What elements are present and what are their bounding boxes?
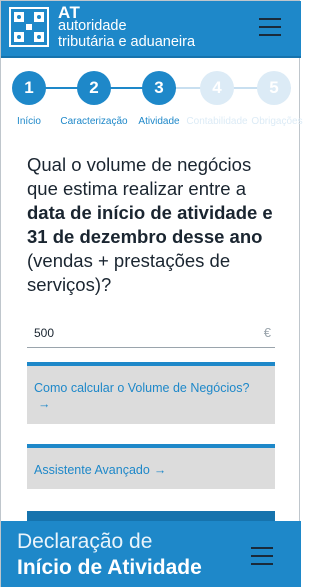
hamburger-menu-icon[interactable] [251, 547, 273, 565]
step-3-label[interactable]: Atividade [138, 116, 179, 127]
step-4-label: Contabilidade [186, 116, 248, 127]
advanced-assistant-label: Assistente Avançado [34, 463, 150, 477]
step-3-circle[interactable]: 3 [142, 71, 176, 105]
step-1-circle[interactable]: 1 [12, 71, 46, 105]
step-2-circle[interactable]: 2 [77, 71, 111, 105]
footer-title-line-1: Declaração de [17, 530, 153, 553]
brand-line-2: tributária e aduaneira [58, 34, 196, 50]
next-section-edge [27, 511, 275, 521]
advanced-assistant-link[interactable]: Assistente Avançado → [27, 448, 275, 478]
question-part-1: Qual o volume de negócios que estima rea… [27, 154, 252, 199]
step-2-label[interactable]: Caracterização [60, 116, 127, 127]
step-1-label[interactable]: Início [17, 116, 41, 127]
calc-volume-label: Como calcular o Volume de Negócios? [34, 381, 250, 395]
question-part-2: data de início de atividade e 31 de deze… [27, 202, 273, 247]
turnover-input-row: € [27, 320, 275, 348]
assistant-box: Assistente Avançado → [27, 444, 275, 489]
hamburger-menu-icon[interactable] [259, 18, 281, 36]
step-5-circle: 5 [257, 71, 291, 105]
question-text: Qual o volume de negócios que estima rea… [27, 153, 277, 297]
bottom-title-bar: Declaração de Início de Atividade [1, 521, 301, 587]
arrow-right-icon: → [153, 463, 167, 477]
footer-title-line-2: Início de Atividade [17, 556, 202, 579]
arrow-right-icon: → [38, 397, 51, 411]
top-header: AT autoridade tributária e aduaneira [1, 1, 301, 58]
calc-help-box: Como calcular o Volume de Negócios? → [27, 362, 275, 424]
logo-icon[interactable] [9, 7, 49, 47]
euro-symbol: € [263, 325, 271, 340]
turnover-input[interactable] [27, 320, 247, 346]
step-4-circle: 4 [200, 71, 234, 105]
progress-stepper: 1 Início 2 Caracterização 3 Atividade 4 … [1, 63, 303, 133]
calc-volume-link[interactable]: Como calcular o Volume de Negócios? → [27, 366, 275, 412]
step-5-label: Obrigações [251, 116, 303, 127]
brand-line-1: autoridade [58, 18, 127, 34]
question-part-3: (vendas + prestações de serviços)? [27, 250, 231, 295]
